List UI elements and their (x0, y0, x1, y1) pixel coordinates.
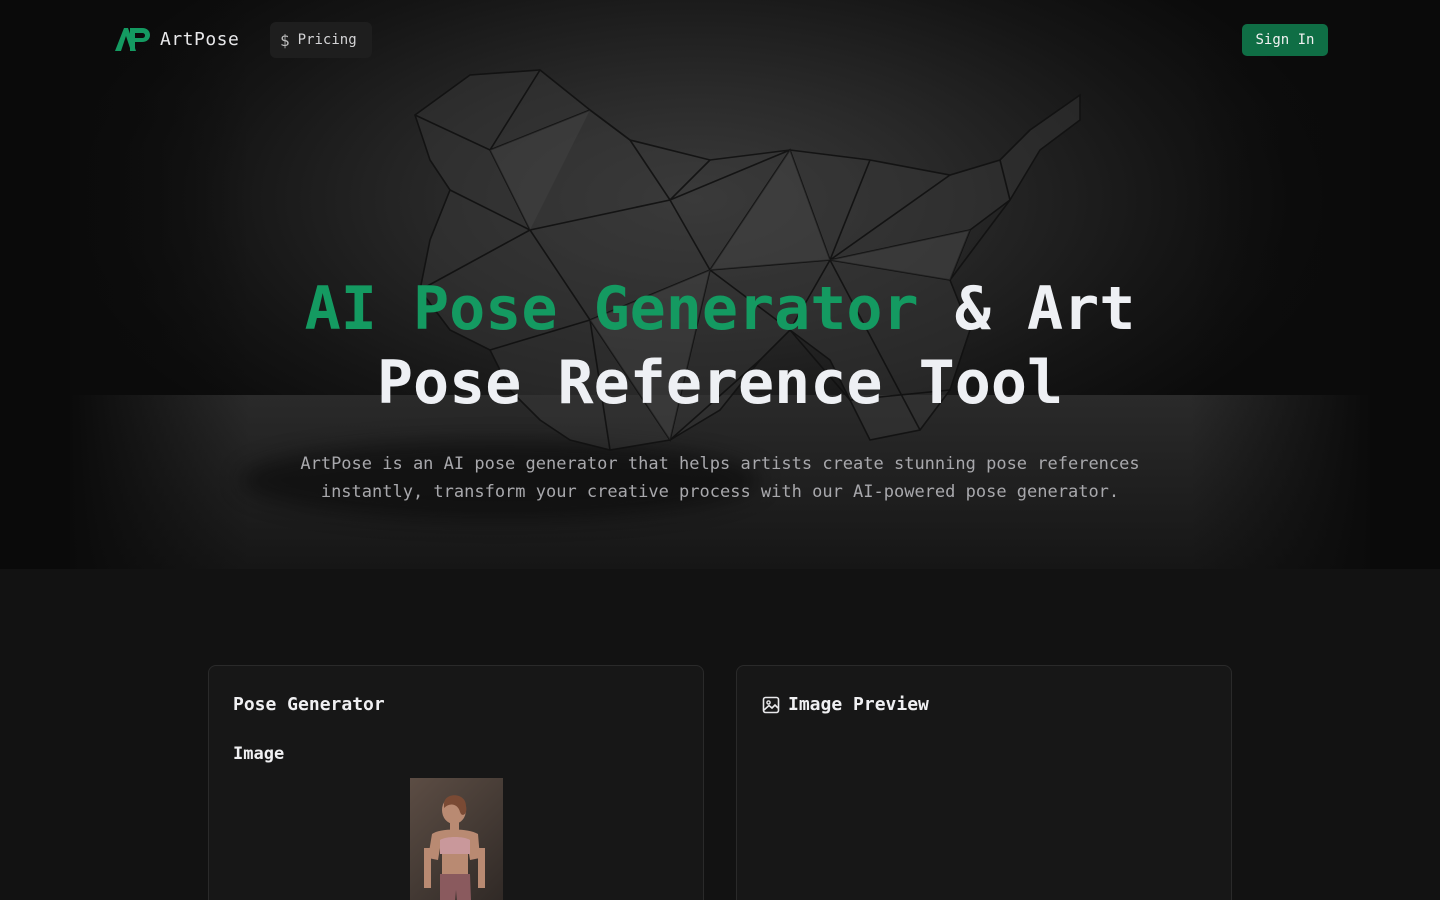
image-preview-header: Image Preview (762, 694, 929, 715)
image-icon (762, 696, 780, 713)
artpose-logo-icon (115, 28, 150, 51)
sign-in-button[interactable]: Sign In (1242, 24, 1328, 56)
brand-logo[interactable]: ArtPose (114, 26, 239, 52)
page-title-rest: & Art (918, 274, 1136, 344)
dollar-icon: $ (280, 30, 290, 50)
page: ArtPose $ Pricing Sign In AI Pose Genera… (0, 0, 1440, 900)
hero-subtitle-line1: ArtPose is an AI pose generator that hel… (300, 454, 1140, 474)
page-title-accent: AI Pose Generator (304, 274, 919, 344)
hero-subtitle-line2: instantly, transform your creative proce… (320, 482, 1120, 502)
pricing-label: Pricing (297, 32, 357, 48)
pose-generator-title: Pose Generator (233, 694, 385, 715)
pose-generator-card: Pose Generator Image (208, 665, 704, 900)
brand-name: ArtPose (160, 28, 240, 50)
uploaded-image-thumbnail[interactable] (410, 778, 503, 900)
image-field-label: Image (233, 744, 285, 764)
page-title-line2: Pose Reference Tool (376, 348, 1064, 418)
pricing-button[interactable]: $ Pricing (270, 22, 372, 58)
pose-figure-illustration (424, 795, 485, 900)
image-preview-title: Image Preview (788, 694, 929, 715)
image-preview-card: Image Preview (736, 665, 1232, 900)
page-title: AI Pose Generator & Art Pose Reference T… (0, 272, 1440, 420)
top-nav: ArtPose $ Pricing Sign In (0, 0, 1440, 80)
hero-subtitle: ArtPose is an AI pose generator that hel… (240, 450, 1200, 506)
